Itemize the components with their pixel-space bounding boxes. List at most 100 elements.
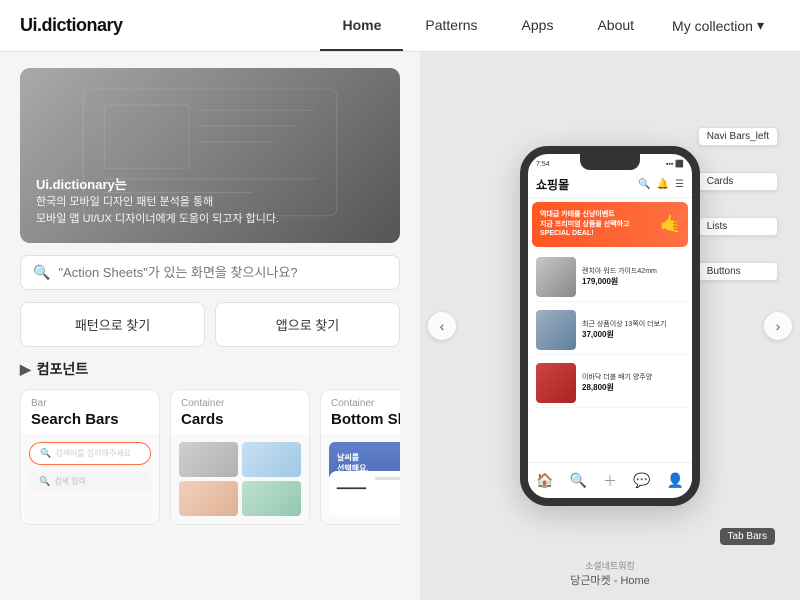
label-navi-bars: Navi Bars_left xyxy=(698,127,778,146)
preview-card-4 xyxy=(242,481,301,516)
card-cards[interactable]: Container Cards xyxy=(170,389,310,525)
product-name-2: 최근 상품이상 13쪽이 더보기 xyxy=(582,320,684,329)
main-content: Ui.dictionary는 한국의 모바일 디자인 패턴 분석을 통해 모바일… xyxy=(0,52,800,600)
phone-notch xyxy=(580,154,640,170)
phone-content: 쇼핑몰 🔍 🔔 ☰ 역대급 카테를 신냥이벤트 지금 프리미엄 상품을 선택하고 xyxy=(528,172,692,498)
my-collection-label: My collection xyxy=(672,18,753,34)
main-nav: Home Patterns Apps About xyxy=(320,0,656,51)
bottomsheet-bottom: ━━━━━━ xyxy=(329,471,400,516)
search-icon-phone: 🔍 xyxy=(638,179,650,190)
product-row-3[interactable]: 이바닥 더블 배기 양주양 28,800원 xyxy=(532,359,688,408)
phone-status-icons: ▪▪▪ ⬛ xyxy=(666,160,684,168)
search-input[interactable] xyxy=(58,265,387,280)
product-image-3 xyxy=(536,363,576,403)
card-bottom-sheets[interactable]: Container Bottom Sheets 날씨를선택해요. ━━━━━━ xyxy=(320,389,400,525)
hero-image: Ui.dictionary는 한국의 모바일 디자인 패턴 분석을 통해 모바일… xyxy=(20,68,400,243)
card-search-bars[interactable]: Bar Search Bars 🔍 검색어를 입력해주세요 🔍 검색 입력 xyxy=(20,389,160,525)
hero-line2: 한국의 모바일 디자인 패턴 분석을 통해 xyxy=(36,194,279,211)
banner-text: 역대급 카테를 신냥이벤트 지금 프리미엄 상품을 선택하고 SPECIAL D… xyxy=(540,210,630,239)
app-header: 쇼핑몰 🔍 🔔 ☰ xyxy=(528,172,692,198)
nav-home[interactable]: Home xyxy=(320,0,403,51)
chevron-down-icon: ▾ xyxy=(757,17,764,34)
card-search-bars-title: Search Bars xyxy=(21,411,159,434)
my-collection-menu[interactable]: My collection ▾ xyxy=(656,17,780,34)
preview-search-icon: 🔍 xyxy=(40,448,51,459)
action-buttons: 패턴으로 찾기 앱으로 찾기 xyxy=(20,302,400,347)
product-name-1: 렌치아 워드 가이드42mm xyxy=(582,267,684,276)
preview-card-3 xyxy=(179,481,238,516)
product-image-2 xyxy=(536,310,576,350)
tab-home[interactable]: 🏠 xyxy=(536,472,553,489)
app-header-icons: 🔍 🔔 ☰ xyxy=(638,179,684,190)
app-search-button[interactable]: 앱으로 찾기 xyxy=(215,302,400,347)
preview-search-icon-2: 🔍 xyxy=(39,476,50,487)
hero-line3: 모바일 앱 UI/UX 디자이너에게 도움이 되고자 합니다. xyxy=(36,211,279,228)
preview-search-input-1: 🔍 검색어를 입력해주세요 xyxy=(29,442,151,465)
product-name-3: 이바닥 더블 배기 양주양 xyxy=(582,373,684,382)
search-icon: 🔍 xyxy=(33,264,50,281)
product-row-1[interactable]: 렌치아 워드 가이드42mm 179,000원 xyxy=(532,253,688,302)
header: Ui.dictionary Home Patterns Apps About M… xyxy=(0,0,800,52)
cards-preview xyxy=(179,442,301,516)
product-info-1: 렌치아 워드 가이드42mm 179,000원 xyxy=(582,267,684,287)
app-body: 역대급 카테를 신냥이벤트 지금 프리미엄 상품을 선택하고 SPECIAL D… xyxy=(528,198,692,412)
card-cards-preview xyxy=(171,434,309,524)
right-panel: ‹ › 7:54 ▪▪▪ ⬛ 쇼핑몰 🔍 🔔 ☰ xyxy=(420,52,800,600)
card-search-bars-preview: 🔍 검색어를 입력해주세요 🔍 검색 입력 xyxy=(21,434,159,524)
label-tab-bars: Tab Bars xyxy=(720,528,775,545)
app-tabbar: 🏠 🔍 ＋ 💬 👤 xyxy=(528,462,692,498)
caption-sub: 소셜네트워킹 xyxy=(570,559,650,572)
bottom-caption: 소셜네트워킹 당근마켓 - Home xyxy=(570,559,650,588)
pattern-search-button[interactable]: 패턴으로 찾기 xyxy=(20,302,205,347)
nav-patterns[interactable]: Patterns xyxy=(403,0,499,51)
product-image-1 xyxy=(536,257,576,297)
left-panel: Ui.dictionary는 한국의 모바일 디자인 패턴 분석을 통해 모바일… xyxy=(0,52,420,600)
card-cards-title: Cards xyxy=(171,411,309,434)
banner-hand-icon: 🤙 xyxy=(660,214,682,235)
app-product-list: 렌치아 워드 가이드42mm 179,000원 최근 상품이상 13쪽이 더보기… xyxy=(532,253,688,408)
tab-chat[interactable]: 💬 xyxy=(633,472,650,489)
phone-labels: Navi Bars_left Cards Lists Buttons xyxy=(698,127,778,281)
hero-background: Ui.dictionary는 한국의 모바일 디자인 패턴 분석을 통해 모바일… xyxy=(20,68,400,243)
preview-card-1 xyxy=(179,442,238,477)
tab-profile[interactable]: 👤 xyxy=(667,472,684,489)
preview-search-input-2: 🔍 검색 입력 xyxy=(29,471,151,492)
nav-about[interactable]: About xyxy=(575,0,656,51)
menu-icon-phone: ☰ xyxy=(675,179,684,190)
label-lists: Lists xyxy=(698,217,778,236)
product-row-2[interactable]: 최근 상품이상 13쪽이 더보기 37,000원 xyxy=(532,306,688,355)
section-arrow-icon: ▶ xyxy=(20,361,31,378)
card-bottom-sheets-title: Bottom Sheets xyxy=(321,411,400,434)
carousel-right-arrow[interactable]: › xyxy=(764,312,792,340)
tab-add[interactable]: ＋ xyxy=(603,471,617,491)
fab-button[interactable]: ＋ xyxy=(603,471,617,491)
label-buttons: Buttons xyxy=(698,262,778,281)
product-info-2: 최근 상품이상 13쪽이 더보기 37,000원 xyxy=(582,320,684,340)
card-search-bars-label: Bar xyxy=(21,390,159,411)
logo: Ui.dictionary xyxy=(20,15,123,36)
search-preview: 🔍 검색어를 입력해주세요 🔍 검색 입력 xyxy=(29,442,151,492)
preview-card-2 xyxy=(242,442,301,477)
card-cards-label: Container xyxy=(171,390,309,411)
app-banner: 역대급 카테를 신냥이벤트 지금 프리미엄 상품을 선택하고 SPECIAL D… xyxy=(532,202,688,247)
main-search-bar[interactable]: 🔍 xyxy=(20,255,400,290)
product-price-1: 179,000원 xyxy=(582,276,684,287)
component-cards-list: Bar Search Bars 🔍 검색어를 입력해주세요 🔍 검색 입력 xyxy=(20,389,400,525)
sheet-handle xyxy=(375,477,400,480)
product-price-3: 28,800원 xyxy=(582,382,684,393)
section-title-text: 컴포넌트 xyxy=(37,359,89,379)
caption-main: 당근마켓 - Home xyxy=(570,572,650,588)
tab-search[interactable]: 🔍 xyxy=(570,472,587,489)
nav-apps[interactable]: Apps xyxy=(500,0,576,51)
card-bottom-sheets-label: Container xyxy=(321,390,400,411)
section-title: ▶ 컴포넌트 xyxy=(20,359,400,379)
label-cards: Cards xyxy=(698,172,778,191)
carousel-left-arrow[interactable]: ‹ xyxy=(428,312,456,340)
bell-icon-phone: 🔔 xyxy=(657,179,669,190)
bottomsheet-preview: 날씨를선택해요. ━━━━━━ xyxy=(329,442,400,516)
phone-time: 7:54 xyxy=(536,161,550,168)
card-bottom-sheets-preview: 날씨를선택해요. ━━━━━━ xyxy=(321,434,400,524)
product-info-3: 이바닥 더블 배기 양주양 28,800원 xyxy=(582,373,684,393)
app-title: 쇼핑몰 xyxy=(536,176,569,193)
phone-mockup: 7:54 ▪▪▪ ⬛ 쇼핑몰 🔍 🔔 ☰ xyxy=(520,146,700,506)
